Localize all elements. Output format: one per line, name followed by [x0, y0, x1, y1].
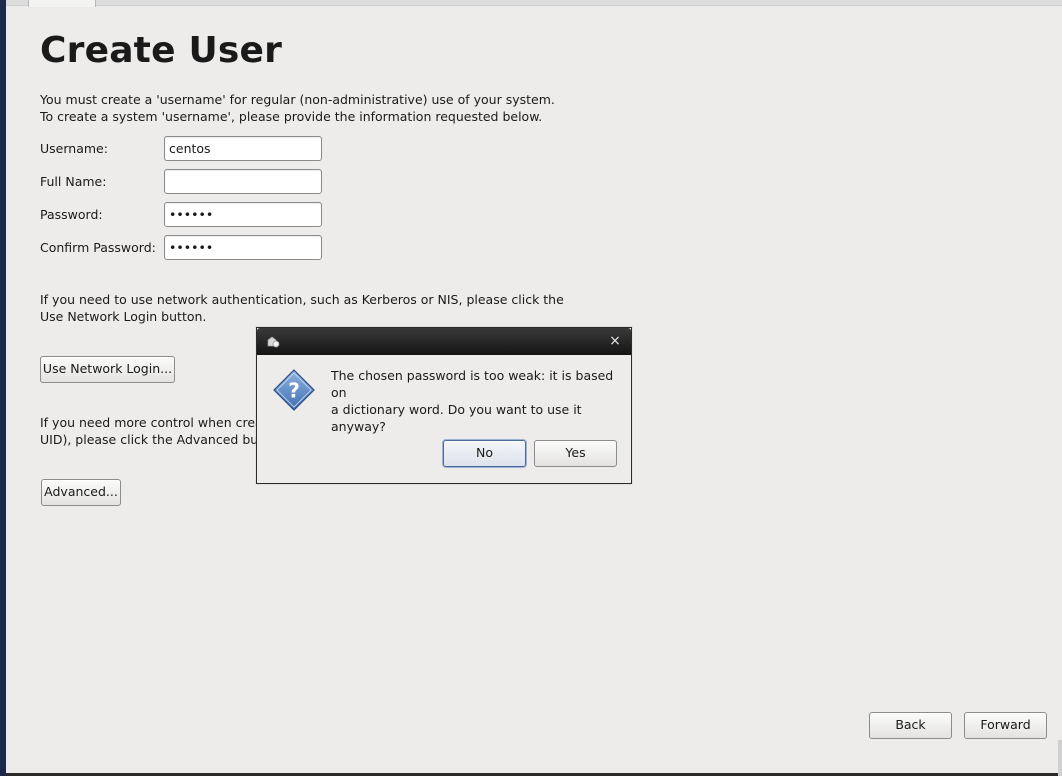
back-button[interactable]: Back: [869, 712, 952, 739]
network-auth-text: If you need to use network authenticatio…: [40, 292, 564, 324]
confirm-password-row: Confirm Password: ••••••: [40, 235, 340, 260]
confirm-password-field[interactable]: ••••••: [164, 235, 322, 260]
top-tab[interactable]: [28, 0, 96, 7]
page-title: Create User: [40, 30, 283, 71]
dialog-titlebar[interactable]: ×: [257, 328, 631, 355]
intro-text: You must create a 'username' for regular…: [40, 92, 555, 124]
password-label: Password:: [40, 207, 103, 222]
dialog-message: The chosen password is too weak: it is b…: [331, 368, 614, 434]
username-field[interactable]: centos: [164, 136, 322, 161]
svg-text:?: ?: [288, 379, 300, 403]
password-row: Password: ••••••: [40, 202, 340, 227]
username-row: Username: centos: [40, 136, 340, 161]
window-left-border: [0, 0, 6, 776]
top-tab-strip: [6, 0, 1062, 6]
fullname-label: Full Name:: [40, 174, 107, 189]
password-field[interactable]: ••••••: [164, 202, 322, 227]
username-label: Username:: [40, 141, 108, 156]
advanced-button[interactable]: Advanced...: [41, 479, 121, 506]
fullname-row: Full Name:: [40, 169, 340, 194]
no-button[interactable]: No: [443, 440, 526, 467]
confirm-password-label: Confirm Password:: [40, 240, 156, 255]
advanced-text: If you need more control when creatin UI…: [40, 415, 279, 447]
weak-password-dialog: × ? The chosen password is too weak: it …: [256, 327, 632, 484]
forward-button[interactable]: Forward: [964, 712, 1047, 739]
fullname-field[interactable]: [164, 169, 322, 194]
right-edge: [1058, 740, 1062, 776]
question-icon: ?: [273, 369, 315, 411]
close-icon[interactable]: ×: [607, 333, 623, 349]
use-network-login-button[interactable]: Use Network Login...: [40, 356, 175, 383]
window-icon: [267, 336, 280, 348]
yes-button[interactable]: Yes: [534, 440, 617, 467]
